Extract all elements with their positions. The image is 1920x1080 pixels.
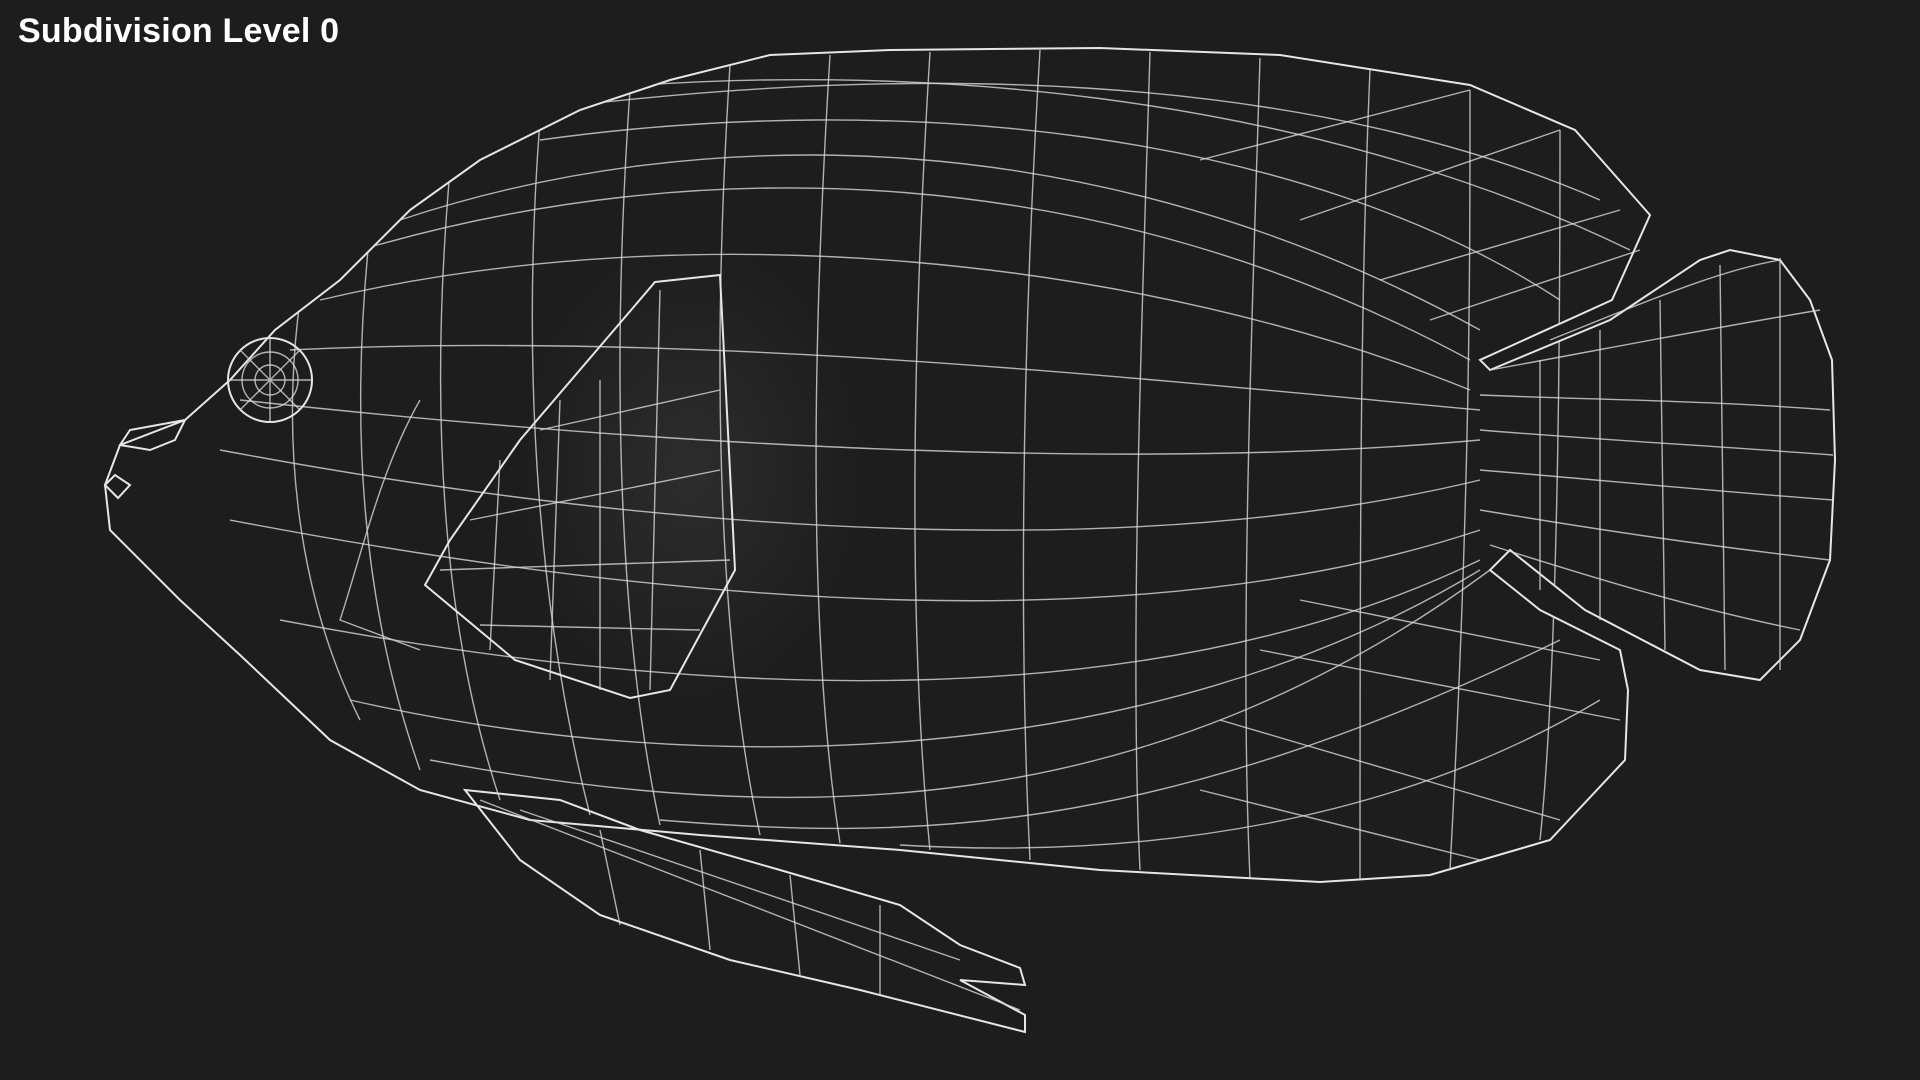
pelvic-fin-wire — [479, 799, 1021, 1011]
dorsal-fin-wire — [1199, 89, 1641, 321]
gill-cover-wire — [339, 399, 421, 651]
fish-wireframe-render — [103, 46, 1837, 1034]
body-wire-vertical — [291, 49, 1561, 881]
subdivision-level-label: Subdivision Level 0 — [18, 12, 340, 50]
eye-wireframe — [227, 337, 313, 423]
viewport: Subdivision Level 0 — [0, 0, 1920, 1080]
anal-fin-wire — [1199, 599, 1621, 861]
tail-fin-wire — [1479, 258, 1834, 671]
fin-shadow — [520, 240, 860, 700]
